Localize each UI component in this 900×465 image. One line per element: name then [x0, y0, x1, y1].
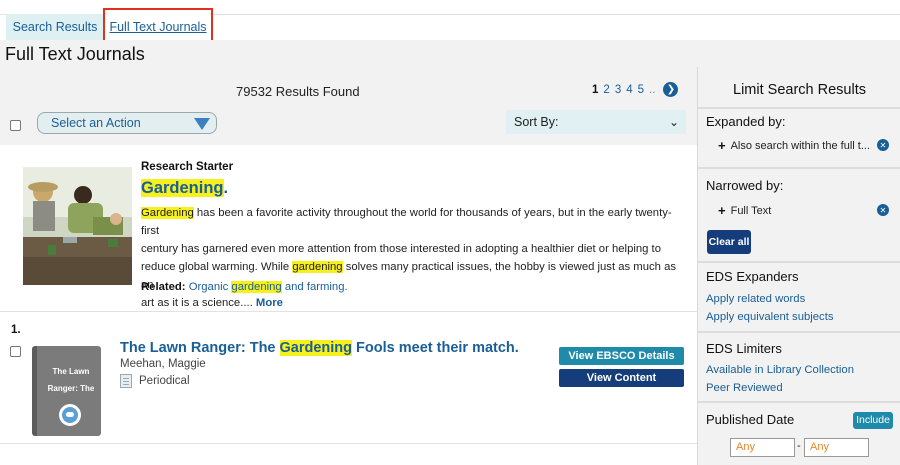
peer-reviewed-link[interactable]: Peer Reviewed [706, 382, 783, 394]
result-type: Periodical [120, 374, 190, 388]
abstract-text: has been a favorite activity throughout … [141, 207, 672, 237]
starter-kind: Research Starter [141, 161, 234, 173]
book-cover-title: The Lawn Ranger: The [47, 367, 95, 393]
related-link-text[interactable]: Organic [189, 281, 232, 293]
sidebar-title: Limit Search Results [733, 82, 866, 98]
page-2[interactable]: 2 [603, 84, 609, 96]
sidebar-divider [698, 261, 900, 263]
tab-search-results[interactable]: Search Results [6, 14, 104, 40]
abstract-line-4: art as it is a science.... More [141, 294, 681, 312]
clear-all-button[interactable]: Clear all [707, 230, 751, 254]
select-all-checkbox[interactable] [10, 120, 21, 131]
result-item: 1. The Lawn Ranger: The The Lawn Ranger:… [0, 312, 697, 444]
include-button[interactable]: Include [853, 412, 893, 429]
related-highlight[interactable]: gardening [231, 281, 282, 293]
more-link[interactable]: More [256, 297, 283, 309]
remove-expander-icon[interactable]: ✕ [877, 139, 889, 151]
page-ellipsis: .. [649, 83, 656, 96]
cloud-icon [59, 404, 81, 426]
narrowed-facet-label: Full Text [730, 204, 772, 217]
triangle-down-icon [194, 118, 210, 130]
starter-title-suffix: . [223, 179, 229, 197]
narrowed-facet: + Full Text [718, 203, 771, 218]
page-3[interactable]: 3 [615, 84, 621, 96]
eds-limiters-heading: EDS Limiters [706, 341, 782, 356]
expanded-by-heading: Expanded by: [706, 114, 786, 129]
expanded-facet: + Also search within the full t... [718, 138, 870, 153]
plus-icon: + [718, 203, 726, 218]
sidebar-divider [698, 107, 900, 109]
result-title-text[interactable]: The Lawn Ranger: The [120, 340, 280, 356]
related-link-text[interactable]: and farming. [282, 281, 348, 293]
sidebar-divider [698, 401, 900, 403]
expanded-facet-label: Also search within the full t... [730, 139, 870, 152]
results-header: 79532 Results Found 1 2 3 4 5 .. ❯ Selec… [0, 67, 697, 145]
abstract-highlight: gardening [292, 261, 343, 273]
results-panel: 79532 Results Found 1 2 3 4 5 .. ❯ Selec… [0, 67, 697, 465]
result-number: 1. [11, 324, 21, 336]
book-cover[interactable]: The Lawn Ranger: The [32, 346, 101, 436]
tab-bar: Search Results Full Text Journals [0, 8, 213, 45]
page-1[interactable]: 1 [592, 84, 598, 96]
abstract-text: art as it is a science.... [141, 297, 256, 309]
action-select[interactable]: Select an Action [37, 112, 217, 134]
results-count: 79532 Results Found [236, 84, 360, 99]
view-ebsco-details-button[interactable]: View EBSCO Details [559, 347, 684, 365]
eds-expanders-heading: EDS Expanders [706, 269, 799, 284]
abstract-line-2: century has garnered even more attention… [141, 243, 661, 255]
sort-select[interactable]: Sort By: ⌄ [506, 110, 686, 134]
related-line: Related: Organic gardening and farming. [141, 281, 348, 293]
result-checkbox[interactable] [10, 346, 21, 357]
gardening-photo [23, 167, 132, 285]
page-title: Full Text Journals [5, 44, 145, 64]
starter-title[interactable]: Gardening. [141, 179, 228, 198]
research-starter: Research Starter Gardening. Gardening ha… [0, 145, 697, 312]
sidebar-divider [698, 167, 900, 169]
starter-abstract: Gardening has been a favorite activity t… [141, 204, 681, 312]
apply-equivalent-subjects-link[interactable]: Apply equivalent subjects [706, 311, 833, 323]
related-link[interactable]: Organic gardening and farming. [189, 281, 348, 293]
date-from-input[interactable]: Any [730, 438, 795, 457]
limit-sidebar: Limit Search Results Expanded by: + Also… [697, 67, 900, 465]
next-page-icon[interactable]: ❯ [663, 82, 679, 97]
chevron-down-icon: ⌄ [668, 115, 679, 129]
page-5[interactable]: 5 [638, 84, 644, 96]
pagination: 1 2 3 4 5 .. ❯ [592, 82, 679, 97]
result-type-label: Periodical [139, 375, 190, 387]
date-to-input[interactable]: Any [804, 438, 869, 457]
narrowed-by-heading: Narrowed by: [706, 178, 784, 193]
view-content-button[interactable]: View Content [559, 369, 684, 387]
action-select-label: Select an Action [51, 116, 141, 130]
abstract-text: reduce global warming. While [141, 261, 293, 273]
result-title[interactable]: The Lawn Ranger: The Gardening Fools mee… [120, 340, 519, 356]
page-4[interactable]: 4 [626, 84, 632, 96]
date-separator: - [797, 440, 801, 452]
sidebar-divider [698, 331, 900, 333]
abstract-highlight: Gardening [141, 207, 194, 219]
result-author: Meehan, Maggie [120, 358, 206, 370]
published-date-heading: Published Date [706, 412, 795, 427]
result-title-highlight[interactable]: Gardening [279, 340, 353, 356]
abstract-line-1: Gardening has been a favorite activity t… [141, 204, 681, 240]
starter-title-text[interactable]: Gardening [141, 179, 224, 197]
remove-narrower-icon[interactable]: ✕ [877, 204, 889, 216]
sort-select-label: Sort By: [514, 115, 559, 129]
periodical-icon [120, 374, 132, 388]
apply-related-words-link[interactable]: Apply related words [706, 293, 805, 305]
related-label: Related: [141, 281, 186, 293]
available-in-library-link[interactable]: Available in Library Collection [706, 364, 854, 376]
tab-full-text-journals[interactable]: Full Text Journals [103, 8, 213, 45]
plus-icon: + [718, 138, 726, 153]
result-title-text[interactable]: Fools meet their match. [352, 340, 519, 356]
